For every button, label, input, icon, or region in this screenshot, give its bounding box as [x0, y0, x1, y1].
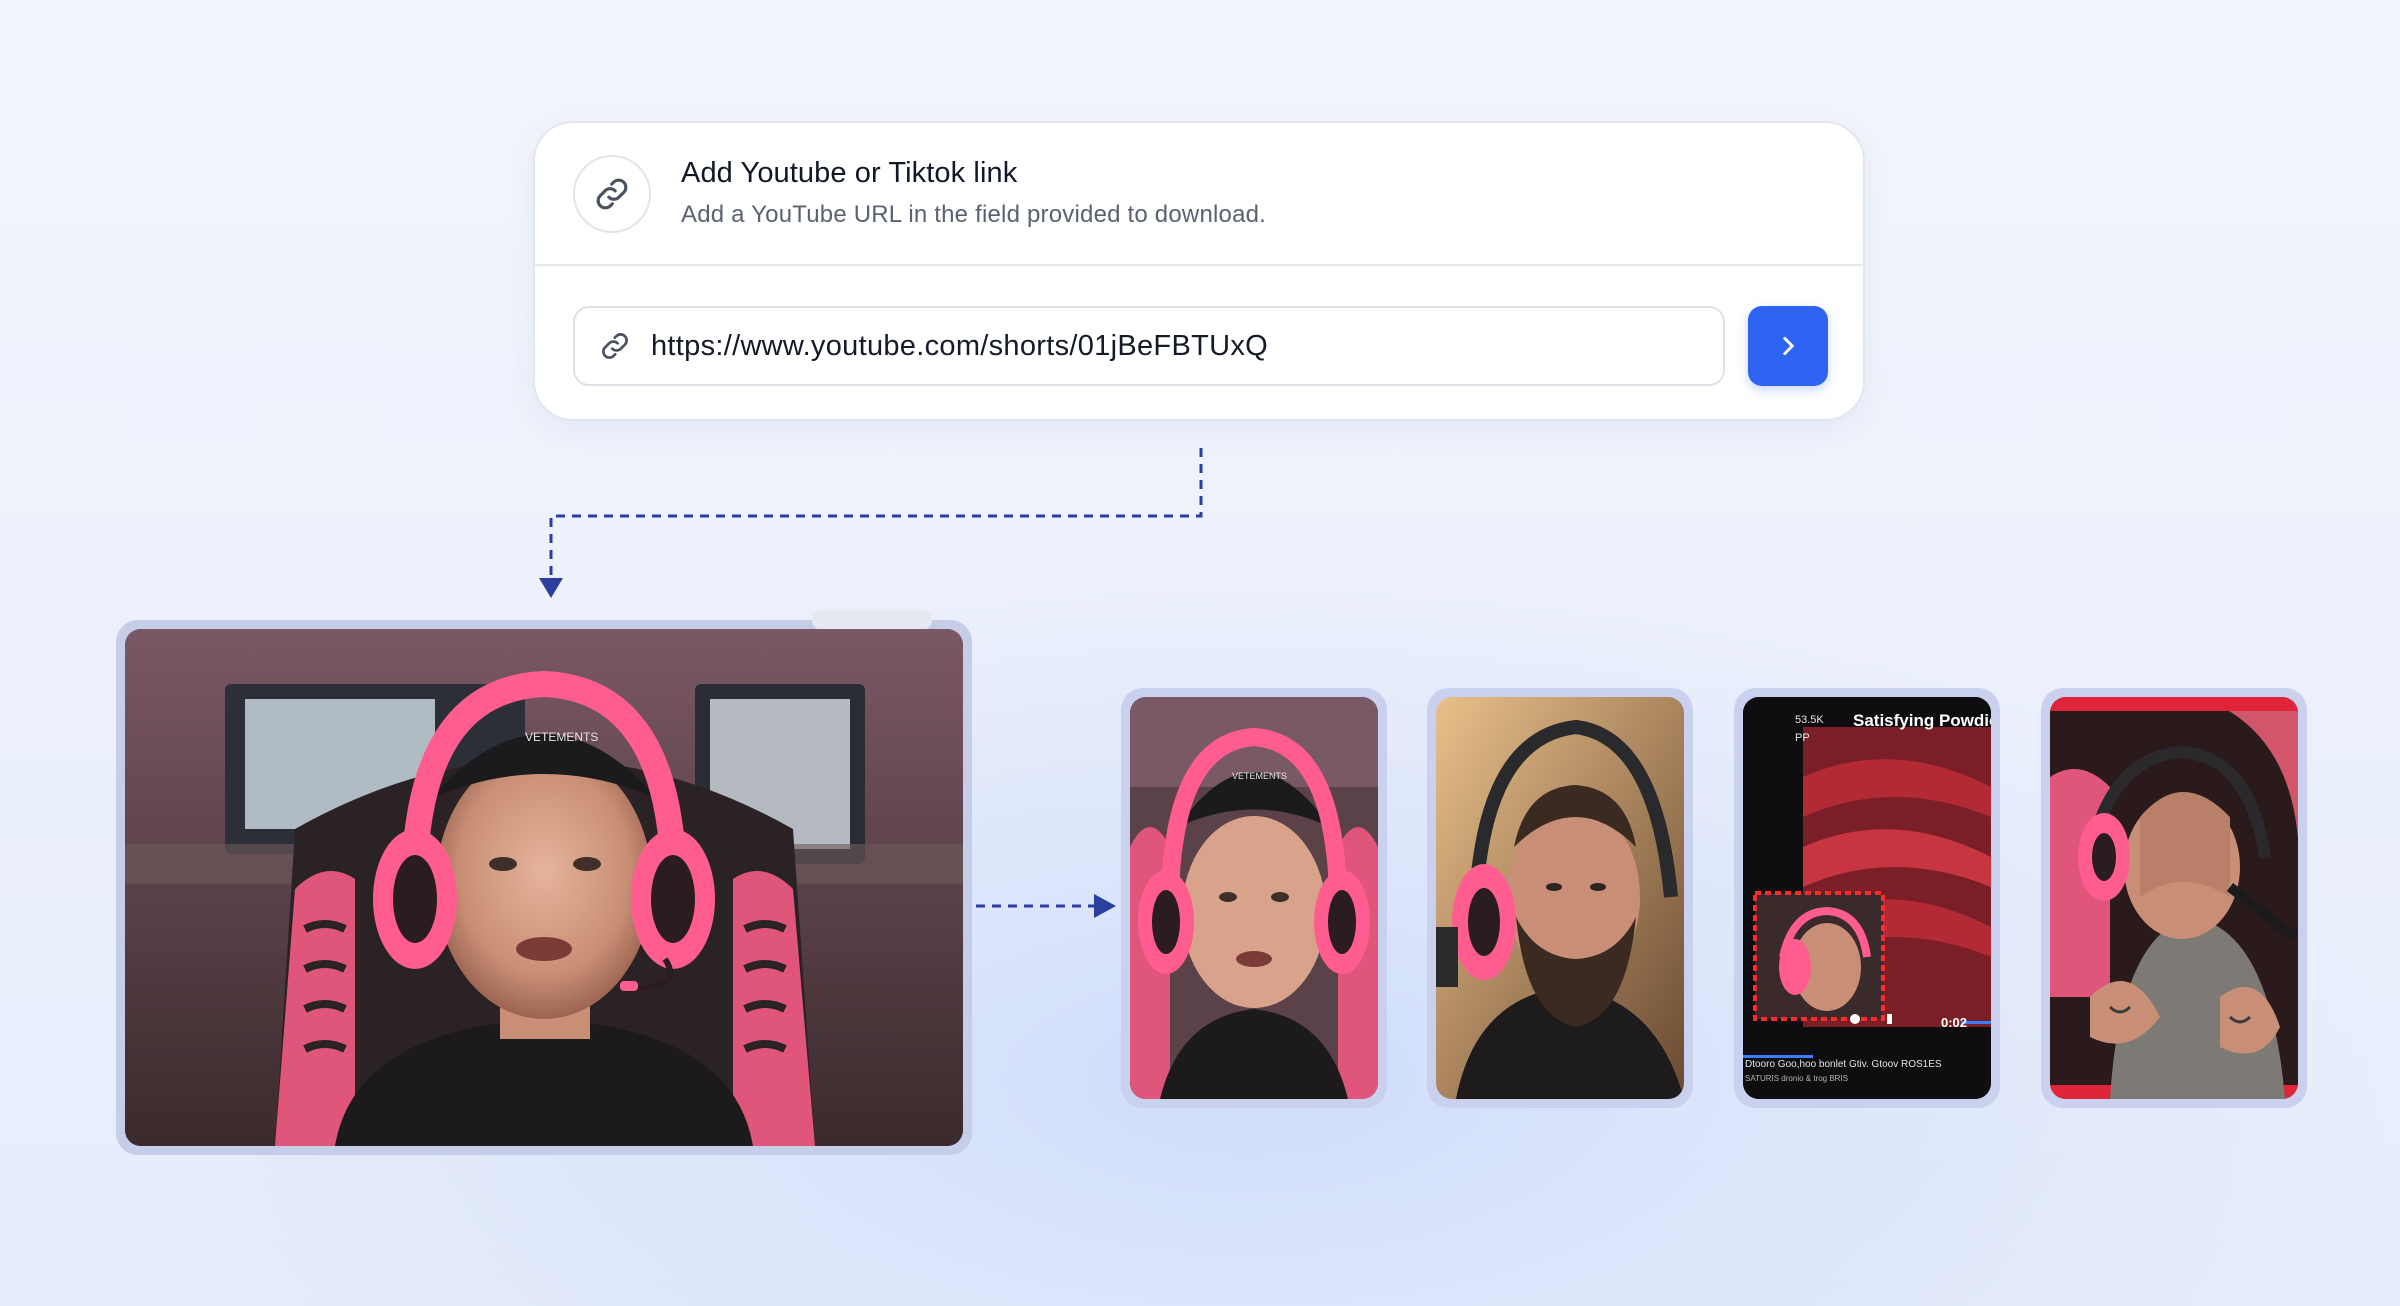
url-input[interactable]: https://www.youtube.com/shorts/01jBeFBTU…	[573, 306, 1725, 386]
short-clip-3[interactable]: 53.5K PP Satisfying Powdio 0:02 Dtooro G…	[1734, 688, 2000, 1108]
add-link-card: Add Youtube or Tiktok link Add a YouTube…	[533, 121, 1865, 421]
clip-subcaption: SATURIS dronio & trog BRIS	[1745, 1074, 1848, 1083]
chevron-right-icon	[1775, 333, 1801, 359]
clip-scene	[1436, 697, 1684, 1099]
short-clip-1[interactable]: VETEMENTS	[1121, 688, 1387, 1108]
clip-frame	[1436, 697, 1684, 1099]
card-title: Add Youtube or Tiktok link	[681, 157, 1018, 189]
source-video-thumbnail[interactable]: VETEMENTS	[116, 610, 972, 1155]
clip-scene	[2050, 697, 2298, 1099]
clip-time: 0:02	[1941, 1015, 1968, 1030]
cap-text: VETEMENTS	[1232, 771, 1287, 781]
arrow-down-icon	[539, 578, 563, 598]
url-input-value[interactable]: https://www.youtube.com/shorts/01jBeFBTU…	[651, 330, 1268, 363]
clip-title: Satisfying Powdio	[1853, 711, 1991, 730]
card-subtitle: Add a YouTube URL in the field provided …	[681, 201, 1267, 228]
video-badge	[812, 610, 932, 630]
short-clip-2[interactable]	[1427, 688, 1693, 1108]
card-header: Add Youtube or Tiktok link Add a YouTube…	[535, 123, 1863, 265]
link-icon	[599, 330, 631, 362]
streamer-scene: VETEMENTS	[125, 629, 963, 1146]
cap-text: VETEMENTS	[525, 730, 598, 744]
card-divider	[535, 264, 1863, 266]
clip-caption: Dtooro Goo,hoo bonlet Gtiv. Gtoov ROS1ES	[1745, 1059, 1942, 1070]
short-clip-4[interactable]	[2041, 688, 2307, 1108]
clip-scene	[1743, 697, 1991, 1099]
video-frame: VETEMENTS	[125, 629, 963, 1146]
connector-card-to-video	[539, 448, 1203, 598]
clip-frame: 53.5K PP Satisfying Powdio 0:02 Dtooro G…	[1743, 697, 1991, 1099]
submit-button[interactable]	[1748, 306, 1828, 386]
view-count: 53.5K PP	[1795, 714, 1824, 744]
clip-frame	[2050, 697, 2298, 1099]
clip-scene: VETEMENTS	[1130, 697, 1378, 1099]
link-icon	[573, 155, 651, 233]
clip-frame: VETEMENTS	[1130, 697, 1378, 1099]
arrow-right-icon	[1094, 894, 1116, 918]
connector-video-to-clips	[976, 894, 1116, 918]
